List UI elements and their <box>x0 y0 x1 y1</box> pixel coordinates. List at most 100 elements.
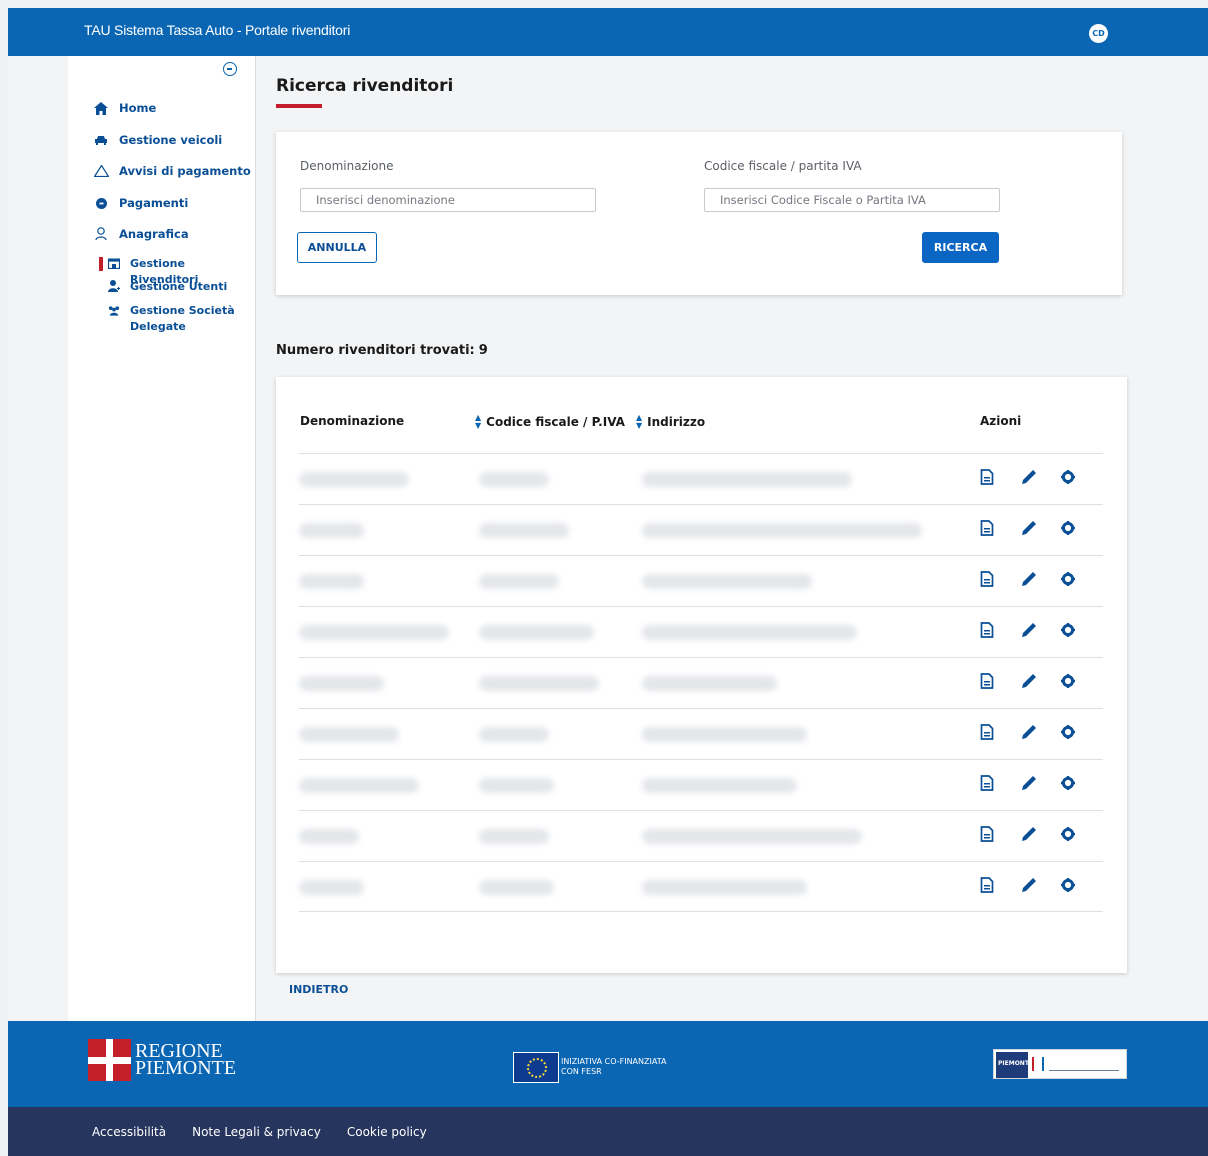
sort-icon[interactable]: ▲ ▼ <box>636 414 642 430</box>
gear-icon[interactable] <box>1059 774 1077 792</box>
store-icon <box>108 256 120 270</box>
column-header-label: Denominazione <box>300 414 405 428</box>
document-icon[interactable] <box>978 876 996 894</box>
pencil-icon[interactable] <box>1020 570 1038 588</box>
results-count-value: 9 <box>478 343 488 358</box>
results-count-label: Numero rivenditori trovati: <box>276 343 475 358</box>
gear-icon[interactable] <box>1059 723 1077 741</box>
car-icon <box>93 132 109 148</box>
cell-codice-fiscale-redacted <box>479 523 569 538</box>
sort-icon[interactable]: ▲ ▼ <box>475 414 481 430</box>
results-table: Denominazione ▲ ▼ Codice fiscale / P.IVA … <box>276 377 1127 973</box>
sidebar-subitem-label: Gestione Utenti <box>130 280 228 293</box>
sidebar-item-label: Pagamenti <box>119 196 189 210</box>
collapse-sidebar-icon[interactable] <box>223 62 237 76</box>
search-panel: Denominazione Codice fiscale / partita I… <box>276 132 1122 295</box>
gear-icon[interactable] <box>1059 468 1077 486</box>
gear-icon[interactable] <box>1059 876 1077 894</box>
cell-denominazione-redacted <box>299 523 364 538</box>
sidebar-subitem-label: Gestione Società Delegate <box>130 304 235 333</box>
cell-indirizzo-redacted <box>642 676 777 691</box>
table-row <box>299 657 1103 708</box>
sidebar-subitem-gestione-utenti[interactable]: Gestione Utenti <box>108 279 227 295</box>
denominazione-input[interactable] <box>300 188 596 212</box>
sidebar-subitem-gestione-societa-delegate[interactable]: Gestione Società Delegate <box>108 303 238 335</box>
sidebar-item-label: Gestione veicoli <box>119 133 223 147</box>
cell-indirizzo-redacted <box>642 727 807 742</box>
column-header-label: Indirizzo <box>647 415 706 429</box>
cell-denominazione-redacted <box>299 880 364 895</box>
sidebar-item-label: Avvisi di pagamento <box>119 164 251 178</box>
user-icon <box>93 226 109 242</box>
table-row <box>299 810 1103 861</box>
sidebar-item-gestione-veicoli[interactable]: Gestione veicoli <box>93 132 222 148</box>
table-row <box>299 453 1103 504</box>
document-icon[interactable] <box>978 723 996 741</box>
column-header-label: Azioni <box>980 414 1022 428</box>
euro-icon <box>93 195 109 211</box>
pencil-icon[interactable] <box>1020 672 1038 690</box>
cookie-policy-link[interactable]: Cookie policy <box>347 1125 427 1139</box>
cell-indirizzo-redacted <box>642 472 852 487</box>
codice-fiscale-input[interactable] <box>704 188 1000 212</box>
document-icon[interactable] <box>978 570 996 588</box>
cell-indirizzo-redacted <box>642 574 812 589</box>
accessibilita-link[interactable]: Accessibilità <box>92 1125 166 1139</box>
cell-indirizzo-redacted <box>642 880 807 895</box>
regione-piemonte-logo[interactable]: REGIONE PIEMONTE <box>88 1039 236 1081</box>
gear-icon[interactable] <box>1059 570 1077 588</box>
pencil-icon[interactable] <box>1020 621 1038 639</box>
top-header: TAU Sistema Tassa Auto - Portale rivendi… <box>8 8 1208 56</box>
user-avatar[interactable]: CD <box>1089 24 1108 43</box>
warning-icon <box>93 163 109 179</box>
sidebar-item-avvisi-pagamento[interactable]: Avvisi di pagamento <box>93 163 251 179</box>
document-icon[interactable] <box>978 825 996 843</box>
pencil-icon[interactable] <box>1020 519 1038 537</box>
piemonte-flag-icon <box>88 1039 131 1081</box>
document-icon[interactable] <box>978 774 996 792</box>
document-icon[interactable] <box>978 672 996 690</box>
sidebar-item-label: Anagrafica <box>119 227 189 241</box>
pencil-icon[interactable] <box>1020 876 1038 894</box>
pencil-icon[interactable] <box>1020 774 1038 792</box>
table-row <box>299 504 1103 555</box>
pencil-icon[interactable] <box>1020 723 1038 741</box>
pencil-icon[interactable] <box>1020 825 1038 843</box>
gear-icon[interactable] <box>1059 825 1077 843</box>
home-icon <box>93 100 109 116</box>
cell-indirizzo-redacted <box>642 829 862 844</box>
column-header-denominazione[interactable]: Denominazione <box>300 414 404 428</box>
denominazione-label: Denominazione <box>300 159 394 173</box>
cell-codice-fiscale-redacted <box>479 574 559 589</box>
annulla-button[interactable]: ANNULLA <box>297 232 377 263</box>
pencil-icon[interactable] <box>1020 468 1038 486</box>
sidebar-item-pagamenti[interactable]: Pagamenti <box>93 195 188 211</box>
note-legali-link[interactable]: Note Legali & privacy <box>192 1125 321 1139</box>
cell-denominazione-redacted <box>299 727 399 742</box>
cell-denominazione-redacted <box>299 778 419 793</box>
active-indicator <box>99 257 103 271</box>
cell-denominazione-redacted <box>299 676 384 691</box>
gear-icon[interactable] <box>1059 519 1077 537</box>
partner-logo: PIEMONTE <box>993 1049 1127 1079</box>
table-row <box>299 606 1103 657</box>
cell-denominazione-redacted <box>299 472 409 487</box>
document-icon[interactable] <box>978 468 996 486</box>
indietro-link[interactable]: INDIETRO <box>289 983 348 996</box>
app-title: TAU Sistema Tassa Auto - Portale rivendi… <box>84 22 351 38</box>
footer-links: Accessibilità Note Legali & privacy Cook… <box>8 1107 1208 1156</box>
cell-denominazione-redacted <box>299 625 449 640</box>
cell-codice-fiscale-redacted <box>479 472 549 487</box>
document-icon[interactable] <box>978 621 996 639</box>
column-header-codice-fiscale[interactable]: ▲ ▼ Codice fiscale / P.IVA <box>475 414 625 430</box>
gear-icon[interactable] <box>1059 621 1077 639</box>
sidebar-item-anagrafica[interactable]: Anagrafica <box>93 226 189 242</box>
ricerca-button[interactable]: RICERCA <box>922 232 999 263</box>
sidebar-item-home[interactable]: Home <box>93 100 156 116</box>
eu-flag-icon <box>513 1052 559 1083</box>
cell-denominazione-redacted <box>299 574 364 589</box>
document-icon[interactable] <box>978 519 996 537</box>
gear-icon[interactable] <box>1059 672 1077 690</box>
column-header-indirizzo[interactable]: ▲ ▼ Indirizzo <box>636 414 705 430</box>
footer-logos: REGIONE PIEMONTE INIZIATIVA CO-FINANZIAT… <box>8 1021 1208 1107</box>
